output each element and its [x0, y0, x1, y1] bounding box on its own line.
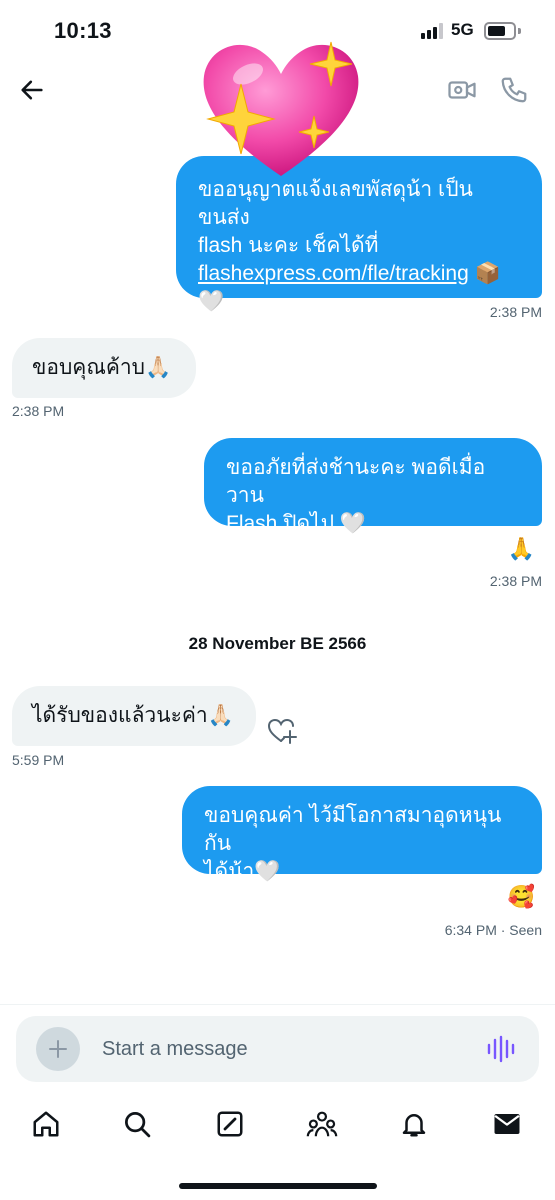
voice-call-button[interactable] [496, 72, 532, 108]
date-separator: 28 November BE 2566 [188, 634, 367, 653]
back-button[interactable] [14, 72, 50, 108]
bottom-tab-bar [0, 1100, 555, 1150]
message-bubble-outgoing[interactable]: ขอบคุณค่า ไว้มีโอกาสมาอุดหนุนกัน ได้น้า🤍 [182, 786, 542, 883]
message-timestamp-status: 6:34 PM · Seen [445, 922, 542, 938]
communities-icon [306, 1111, 338, 1137]
message-timestamp: 2:38 PM [12, 403, 65, 419]
home-indicator [179, 1183, 377, 1189]
message-text: 🤍 [198, 290, 225, 313]
battery-icon [484, 22, 516, 40]
tab-search[interactable] [119, 1106, 155, 1142]
tab-home[interactable] [28, 1106, 64, 1142]
tab-compose[interactable] [212, 1106, 248, 1142]
tab-notifications[interactable] [396, 1106, 432, 1142]
add-attachment-button[interactable] [36, 1027, 80, 1071]
tab-messages[interactable] [489, 1106, 525, 1142]
message-reaction[interactable]: 🙏 [508, 537, 535, 561]
battery-cap [518, 28, 521, 34]
message-timestamp: 5:59 PM [12, 752, 65, 768]
phone-icon [501, 77, 527, 103]
status-time: 10:13 [54, 18, 112, 43]
message-text: flash นะคะ เช็คได้ที่ [198, 234, 379, 257]
message-bubble-outgoing[interactable]: ขออภัยที่ส่งช้านะคะ พอดีเมื่อวาน Flash ป… [204, 438, 542, 535]
search-icon [125, 1112, 151, 1138]
compose-icon [217, 1111, 243, 1137]
message-text: ขอบคุณค้าบ🙏🏻 [32, 356, 172, 379]
notifications-bell-icon [402, 1114, 426, 1137]
message-bubble-incoming[interactable]: ขอบคุณค้าบ🙏🏻 [12, 338, 196, 398]
package-emoji: 📦 [468, 262, 501, 285]
message-timestamp: 2:38 PM [489, 573, 542, 589]
video-call-icon [448, 81, 476, 99]
tracking-link[interactable]: flashexpress.com/fle/tracking [198, 262, 469, 285]
message-text: ขออนุญาตแจ้งเลขพัสดุน้า เป็นขนส่ง [198, 178, 473, 229]
message-text: ขออภัยที่ส่งช้านะคะ พอดีเมื่อวาน Flash ป… [226, 456, 486, 535]
plus-icon [49, 1040, 67, 1058]
voice-waveform-icon[interactable] [486, 1034, 518, 1064]
tab-communities[interactable] [304, 1106, 340, 1142]
message-timestamp: 6:34 PM [444, 922, 497, 938]
messages-envelope-icon [494, 1114, 520, 1134]
message-text: ขอบคุณค่า ไว้มีโอกาสมาอุดหนุนกัน ได้น้า🤍 [204, 804, 502, 883]
message-composer [16, 1016, 539, 1082]
message-input[interactable] [102, 1034, 462, 1064]
arrow-left-icon [21, 80, 43, 100]
message-bubble-incoming[interactable]: ได้รับของแล้วนะค่า🙏🏻 [12, 686, 256, 746]
message-reaction[interactable]: 🥰 [508, 885, 535, 909]
cellular-signal-icon [421, 23, 445, 39]
message-link-line: flashexpress.com/fle/tracking 📦 [198, 260, 520, 288]
heart-plus-icon[interactable] [267, 717, 297, 745]
seen-status: · Seen [496, 922, 542, 938]
sparkling-heart-sticker [203, 41, 359, 176]
video-call-button[interactable] [444, 72, 480, 108]
message-text: ได้รับของแล้วนะค่า🙏🏻 [32, 704, 234, 727]
composer-divider [0, 1004, 555, 1005]
home-icon [33, 1111, 59, 1137]
message-timestamp: 2:38 PM [489, 304, 542, 320]
network-type: 5G [451, 20, 474, 39]
